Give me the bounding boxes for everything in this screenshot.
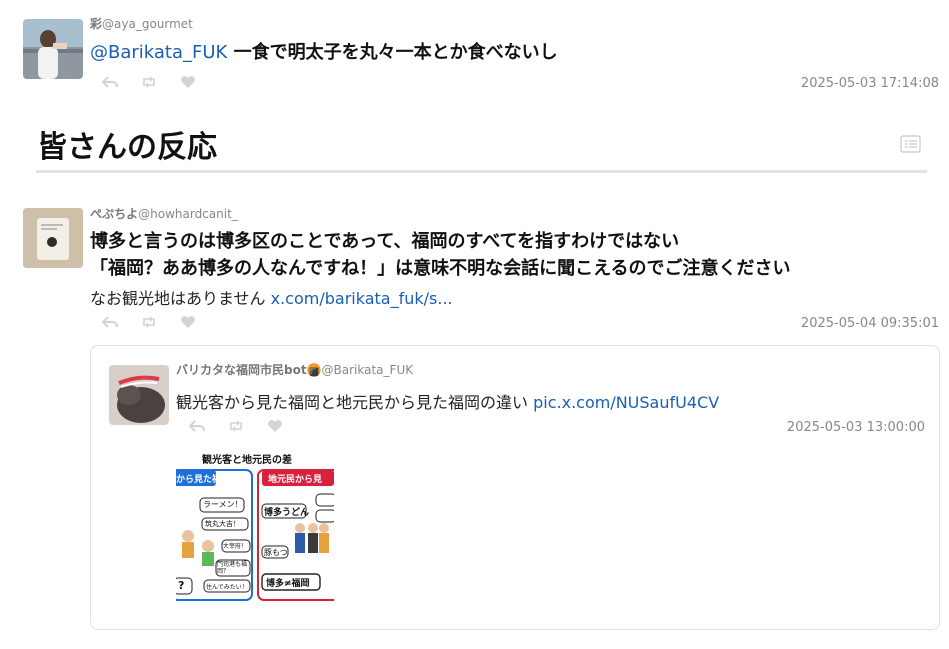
image-right-header: 地元民から見 bbox=[268, 475, 323, 485]
image-left-header: から見た福岡 bbox=[176, 475, 231, 485]
tweet2-line3: なお観光地はありません x.com/barikata_fuk/s... bbox=[90, 285, 453, 309]
tweet1-author: 彩@aya_gourmet bbox=[90, 15, 193, 32]
bubble-motsu: 豚もつ bbox=[264, 548, 288, 557]
bubble-hakata-neq-fukuoka: 博多≠福岡 bbox=[266, 579, 310, 589]
retweet-icon[interactable] bbox=[139, 75, 158, 89]
retweet-icon[interactable] bbox=[139, 315, 158, 329]
quote-text: 観光客から見た福岡と地元民から見た福岡の違い pic.x.com/NUSaufU… bbox=[176, 389, 719, 413]
bubble-ramen: ラーメン！ bbox=[203, 500, 243, 509]
reply-icon[interactable] bbox=[187, 419, 206, 433]
bubble-mojiko: 門司港も福岡？ bbox=[217, 561, 248, 575]
avatar-photo bbox=[23, 208, 83, 268]
bubble-tsukumaru: 筑丸大吉！ bbox=[205, 520, 240, 528]
avatar-barikata[interactable] bbox=[109, 365, 169, 425]
bubble-question: ? bbox=[178, 579, 185, 592]
reply-icon[interactable] bbox=[100, 315, 119, 329]
tweet2-author: ぺぷちよ@howhardcanit_ bbox=[90, 205, 238, 222]
like-icon[interactable] bbox=[265, 419, 284, 433]
image-title: 観光客と地元民の差 bbox=[202, 455, 292, 466]
tweet1-name: 彩 bbox=[90, 17, 103, 31]
avatar-pepuchiyo[interactable] bbox=[23, 208, 83, 268]
tweet1-mention-link[interactable]: @Barikata_FUK bbox=[90, 42, 227, 63]
quote-link[interactable]: pic.x.com/NUSaufU4CV bbox=[533, 393, 719, 412]
quote-emoji: 🍘 bbox=[306, 363, 322, 377]
like-icon[interactable] bbox=[178, 315, 197, 329]
retweet-icon[interactable] bbox=[226, 419, 245, 433]
tweet2-actions bbox=[100, 315, 197, 329]
tweet2-line3-text: なお観光地はありません bbox=[90, 289, 266, 308]
section-divider bbox=[36, 170, 927, 173]
quote-author: バリカタな福岡市民bot🍘@Barikata_FUK bbox=[176, 361, 413, 378]
tweet2-line2: 「福岡？ああ博多の人なんですね！」は意味不明な会話に聞こえるのでご注意ください bbox=[90, 258, 791, 279]
quote-actions bbox=[187, 419, 284, 433]
avatar-photo bbox=[23, 19, 83, 79]
tweet2-link[interactable]: x.com/barikata_fuk/s... bbox=[271, 289, 453, 308]
quote-body: 観光客から見た福岡と地元民から見た福岡の違い bbox=[176, 393, 529, 412]
section-title: 皆さんの反応 bbox=[37, 130, 217, 165]
like-icon[interactable] bbox=[178, 75, 197, 89]
tweet1-timestamp[interactable]: 2025-05-03 17:14:08 bbox=[801, 76, 939, 91]
tweet2-name: ぺぷちよ bbox=[90, 207, 139, 221]
list-icon[interactable] bbox=[900, 135, 921, 153]
reply-icon[interactable] bbox=[100, 75, 119, 89]
avatar-photo bbox=[109, 365, 169, 425]
bubble-hakata-udon: 博多うどん bbox=[264, 508, 310, 518]
quote-handle[interactable]: @Barikata_FUK bbox=[322, 363, 414, 377]
quote-name: バリカタな福岡市民bot bbox=[176, 363, 307, 377]
avatar-aya[interactable] bbox=[23, 19, 83, 79]
quote-timestamp[interactable]: 2025-05-03 13:00:00 bbox=[787, 420, 925, 435]
tweet1-actions bbox=[100, 75, 197, 89]
tweet2-handle[interactable]: @howhardcanit_ bbox=[138, 207, 238, 221]
tweet1-body: 一食で明太子を丸々一本とか食べないし bbox=[227, 42, 558, 63]
bubble-live: 住んでみたい！ bbox=[206, 584, 248, 591]
tweet1-text: @Barikata_FUK 一食で明太子を丸々一本とか食べないし bbox=[90, 39, 558, 67]
bubble-dazaifu: 大宰府！ bbox=[223, 543, 248, 550]
quote-image[interactable]: 観光客と地元民の差 から見た福岡 地元民から見 ラーメン！ 筑丸大吉！ 大宰府！… bbox=[176, 448, 334, 606]
tweet2-line1: 博多と言うのは博多区のことであって、福岡のすべてを指すわけではない bbox=[90, 231, 680, 252]
tweet1-handle[interactable]: @aya_gourmet bbox=[102, 17, 193, 31]
tweet2-timestamp[interactable]: 2025-05-04 09:35:01 bbox=[801, 316, 939, 331]
